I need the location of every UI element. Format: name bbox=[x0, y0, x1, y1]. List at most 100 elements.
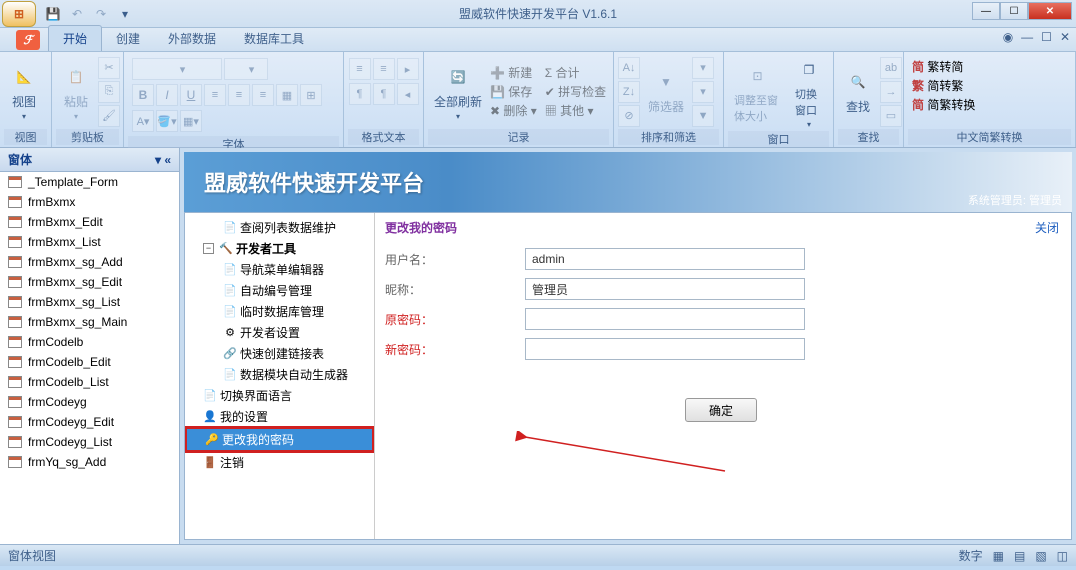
new-password-field[interactable] bbox=[525, 338, 805, 360]
list-item[interactable]: _Template_Form bbox=[0, 172, 179, 192]
tree-node-my-settings[interactable]: 👤我的设置 bbox=[185, 406, 374, 427]
tree-node[interactable]: 📄数据模块自动生成器 bbox=[185, 364, 374, 385]
tree-node-developer-tools[interactable]: −🔨开发者工具 bbox=[185, 238, 374, 259]
goto-icon[interactable]: → bbox=[880, 81, 902, 103]
tree-node[interactable]: 📄自动编号管理 bbox=[185, 280, 374, 301]
convert-button[interactable]: 简 简繁转换 bbox=[912, 96, 975, 113]
tab-start[interactable]: 开始 bbox=[48, 25, 102, 51]
filter-button[interactable]: ▼筛选器 bbox=[642, 66, 690, 117]
grid-icon[interactable]: ▦ bbox=[276, 84, 298, 106]
maximize-button[interactable]: ☐ bbox=[1000, 2, 1028, 20]
sort-desc-icon[interactable]: Z↓ bbox=[618, 81, 640, 103]
copy-icon[interactable]: ⎘ bbox=[98, 81, 120, 103]
replace-icon[interactable]: ab bbox=[880, 57, 902, 79]
totals-button[interactable]: Σ 合计 bbox=[545, 64, 606, 81]
list-item[interactable]: frmCodeyg_List bbox=[0, 432, 179, 452]
fill-color-button[interactable]: 🪣▾ bbox=[156, 110, 178, 132]
collapse-icon[interactable]: − bbox=[203, 243, 214, 254]
qat-dropdown-icon[interactable]: ▾ bbox=[116, 5, 134, 23]
tree-node-logout[interactable]: 🚪注销 bbox=[185, 452, 374, 473]
list-item[interactable]: frmBxmx_sg_Add bbox=[0, 252, 179, 272]
refresh-all-button[interactable]: 🔄全部刷新▾ bbox=[428, 61, 488, 123]
align-right-button[interactable]: ≡ bbox=[252, 84, 274, 106]
office-orb[interactable]: ⊞ bbox=[0, 0, 38, 28]
tab-external-data[interactable]: 外部数据 bbox=[154, 26, 230, 51]
list-item[interactable]: frmBxmx_Edit bbox=[0, 212, 179, 232]
qat-save-icon[interactable]: 💾 bbox=[44, 5, 62, 23]
help-icon[interactable]: ◉ bbox=[1003, 30, 1013, 44]
align-left-button[interactable]: ≡ bbox=[204, 84, 226, 106]
font-size-select[interactable]: ▾ bbox=[224, 58, 268, 80]
ltr-icon[interactable]: ¶ bbox=[349, 83, 371, 105]
advanced-filter-icon[interactable]: ▾ bbox=[692, 81, 714, 103]
view-form-icon[interactable]: ▦ bbox=[993, 549, 1004, 563]
alt-fill-button[interactable]: ▦▾ bbox=[180, 110, 202, 132]
trad-to-simp-button[interactable]: 简 繁转简 bbox=[912, 58, 963, 75]
list-item[interactable]: frmBxmx_sg_Edit bbox=[0, 272, 179, 292]
tree-node[interactable]: 🔗快速创建链接表 bbox=[185, 343, 374, 364]
minimize-button[interactable]: — bbox=[972, 2, 1000, 20]
list-item[interactable]: frmBxmx bbox=[0, 192, 179, 212]
list-item[interactable]: frmYq_sg_Add bbox=[0, 452, 179, 472]
qat-undo-icon[interactable]: ↶ bbox=[68, 5, 86, 23]
tree-node[interactable]: 📄查阅列表数据维护 bbox=[185, 217, 374, 238]
qat-redo-icon[interactable]: ↷ bbox=[92, 5, 110, 23]
fit-form-button[interactable]: ⊡调整至窗体大小 bbox=[728, 60, 787, 126]
form-close-link[interactable]: 关闭 bbox=[1035, 219, 1059, 236]
list-item[interactable]: frmBxmx_sg_Main bbox=[0, 312, 179, 332]
selection-filter-icon[interactable]: ▾ bbox=[692, 57, 714, 79]
list-number-icon[interactable]: ≡ bbox=[373, 58, 395, 80]
tree-pane[interactable]: 📄查阅列表数据维护 −🔨开发者工具 📄导航菜单编辑器 📄自动编号管理 📄临时数据… bbox=[185, 213, 375, 539]
list-item[interactable]: frmCodeyg_Edit bbox=[0, 412, 179, 432]
new-record-button[interactable]: ➕ 新建 bbox=[490, 64, 537, 81]
outdent-icon[interactable]: ◂ bbox=[397, 83, 419, 105]
list-item[interactable]: frmCodelb bbox=[0, 332, 179, 352]
format-painter-icon[interactable]: 🖌 bbox=[98, 105, 120, 127]
simp-to-trad-button[interactable]: 繁 简转繁 bbox=[912, 77, 963, 94]
toggle-filter-icon[interactable]: ▼ bbox=[692, 105, 714, 127]
gridlines-icon[interactable]: ⊞ bbox=[300, 84, 322, 106]
list-item[interactable]: frmCodelb_Edit bbox=[0, 352, 179, 372]
sort-asc-icon[interactable]: A↓ bbox=[618, 57, 640, 79]
tree-node-language[interactable]: 📄切换界面语言 bbox=[185, 385, 374, 406]
inner-close-icon[interactable]: ✕ bbox=[1060, 30, 1070, 44]
rtl-icon[interactable]: ¶ bbox=[373, 83, 395, 105]
submit-button[interactable]: 确定 bbox=[685, 398, 757, 422]
clear-sort-icon[interactable]: ⊘ bbox=[618, 105, 640, 127]
nav-pane-header[interactable]: 窗体▾ « bbox=[0, 148, 179, 172]
bold-button[interactable]: B bbox=[132, 84, 154, 106]
italic-button[interactable]: I bbox=[156, 84, 178, 106]
find-button[interactable]: 🔍查找 bbox=[838, 66, 878, 117]
tree-node[interactable]: 📄临时数据库管理 bbox=[185, 301, 374, 322]
view-button[interactable]: 📐视图▾ bbox=[4, 61, 44, 123]
tree-node[interactable]: 📄导航菜单编辑器 bbox=[185, 259, 374, 280]
form-list[interactable]: _Template_Form frmBxmx frmBxmx_Edit frmB… bbox=[0, 172, 179, 544]
more-button[interactable]: ▦ 其他 ▾ bbox=[545, 102, 606, 119]
close-button[interactable]: ✕ bbox=[1028, 2, 1072, 20]
tree-node[interactable]: ⚙开发者设置 bbox=[185, 322, 374, 343]
list-item[interactable]: frmBxmx_sg_List bbox=[0, 292, 179, 312]
spelling-button[interactable]: ✔ 拼写检查 bbox=[545, 83, 606, 100]
font-family-select[interactable]: ▾ bbox=[132, 58, 222, 80]
underline-button[interactable]: U bbox=[180, 84, 202, 106]
switch-window-button[interactable]: ❐切换窗口▾ bbox=[789, 54, 829, 131]
view-datasheet-icon[interactable]: ▤ bbox=[1014, 549, 1025, 563]
align-center-button[interactable]: ≡ bbox=[228, 84, 250, 106]
tab-create[interactable]: 创建 bbox=[102, 26, 154, 51]
save-record-button[interactable]: 💾 保存 bbox=[490, 83, 537, 100]
list-bullet-icon[interactable]: ≡ bbox=[349, 58, 371, 80]
tree-node-change-password[interactable]: 🔑更改我的密码 bbox=[185, 427, 374, 452]
inner-restore-icon[interactable]: ☐ bbox=[1041, 30, 1052, 44]
tab-database-tools[interactable]: 数据库工具 bbox=[230, 26, 318, 51]
cut-icon[interactable]: ✂ bbox=[98, 57, 120, 79]
inner-minimize-icon[interactable]: — bbox=[1021, 30, 1033, 44]
select-icon[interactable]: ▭ bbox=[880, 105, 902, 127]
list-item[interactable]: frmCodeyg bbox=[0, 392, 179, 412]
font-color-button[interactable]: A▾ bbox=[132, 110, 154, 132]
view-layout-icon[interactable]: ▧ bbox=[1035, 549, 1046, 563]
list-item[interactable]: frmBxmx_List bbox=[0, 232, 179, 252]
paste-button[interactable]: 📋粘贴▾ bbox=[56, 61, 96, 123]
indent-icon[interactable]: ▸ bbox=[397, 58, 419, 80]
old-password-field[interactable] bbox=[525, 308, 805, 330]
list-item[interactable]: frmCodelb_List bbox=[0, 372, 179, 392]
